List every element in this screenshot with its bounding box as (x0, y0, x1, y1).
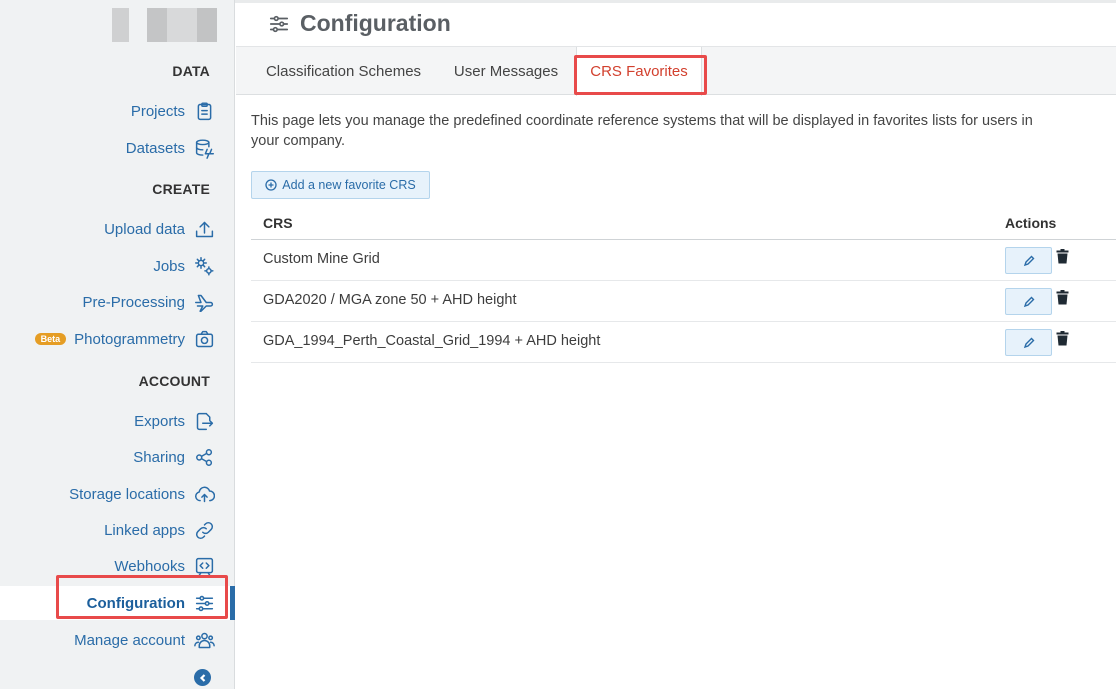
edit-button[interactable] (1005, 247, 1052, 274)
chevron-left-icon (199, 673, 205, 682)
delete-button[interactable] (1056, 249, 1070, 266)
table-row: Custom Mine Grid (251, 240, 1116, 281)
page-description: This page lets you manage the predefined… (251, 113, 1033, 149)
trash-icon (1056, 249, 1069, 264)
tab-classification-schemes[interactable]: Classification Schemes (256, 47, 431, 95)
column-header-crs: CRS (263, 215, 293, 231)
column-header-actions: Actions (1005, 215, 1057, 231)
sidebar-item-manage-account[interactable]: Manage account (0, 625, 235, 655)
sidebar-item-pre-processing[interactable]: Pre-Processing (0, 287, 235, 317)
plane-icon (193, 291, 215, 313)
tab-user-messages[interactable]: User Messages (441, 47, 571, 95)
sidebar-item-label: Pre-Processing (82, 293, 185, 311)
delete-button[interactable] (1056, 331, 1070, 348)
share-icon (193, 446, 215, 468)
tab-crs-favorites[interactable]: CRS Favorites (576, 47, 702, 96)
plus-circle-icon (265, 179, 277, 191)
sidebar-item-label: Projects (130, 102, 185, 120)
users-icon (193, 629, 215, 651)
sidebar: DATA Projects Datasets CREATE Upload dat… (0, 0, 235, 689)
collapse-sidebar-button[interactable] (194, 669, 211, 686)
sidebar-item-datasets[interactable]: Datasets (0, 133, 235, 163)
crs-table: CRS Actions Custom Mine Grid GDA2020 / M… (251, 205, 1116, 363)
pencil-icon (1023, 337, 1034, 348)
sliders-icon (193, 592, 215, 614)
table-row: GDA_1994_Perth_Coastal_Grid_1994 + AHD h… (251, 322, 1116, 363)
crs-name: GDA_1994_Perth_Coastal_Grid_1994 + AHD h… (263, 333, 601, 349)
file-export-icon (193, 410, 215, 432)
sidebar-item-sharing[interactable]: Sharing (0, 442, 235, 472)
sidebar-item-upload-data[interactable]: Upload data (0, 214, 235, 244)
company-logo (112, 8, 217, 42)
sidebar-item-label: Sharing (133, 448, 185, 466)
pencil-icon (1023, 296, 1034, 307)
sidebar-item-label: Configuration (86, 594, 185, 612)
edit-button[interactable] (1005, 288, 1052, 315)
active-indicator (230, 586, 235, 620)
tabs-bar: Classification Schemes User Messages CRS… (236, 46, 1116, 96)
sidebar-item-projects[interactable]: Projects (0, 96, 235, 126)
beta-badge: Beta (34, 333, 67, 345)
sidebar-item-photogrammetry[interactable]: Beta Photogrammetry (0, 324, 235, 354)
crs-name: GDA2020 / MGA zone 50 + AHD height (263, 292, 517, 308)
top-divider (235, 0, 1116, 3)
clipboard-icon (193, 100, 215, 122)
sidebar-item-jobs[interactable]: Jobs (0, 251, 235, 281)
link-icon (193, 519, 215, 541)
page-title-text: Configuration (300, 10, 451, 36)
section-title-account: ACCOUNT (138, 373, 210, 389)
upload-icon (193, 218, 215, 240)
sidebar-item-storage-locations[interactable]: Storage locations (0, 479, 235, 509)
trash-icon (1056, 290, 1069, 305)
sidebar-item-exports[interactable]: Exports (0, 406, 235, 436)
pencil-icon (1023, 255, 1034, 266)
sidebar-item-webhooks[interactable]: Webhooks (0, 551, 235, 581)
cloud-upload-icon (193, 483, 215, 505)
section-title-create: CREATE (152, 181, 210, 197)
table-row: GDA2020 / MGA zone 50 + AHD height (251, 281, 1116, 322)
sidebar-item-label: Webhooks (114, 557, 185, 575)
edit-button[interactable] (1005, 329, 1052, 356)
sidebar-item-label: Manage account (74, 631, 185, 649)
sidebar-item-label: Exports (134, 412, 185, 430)
camera-icon (193, 328, 215, 350)
database-icon (193, 137, 215, 159)
delete-button[interactable] (1056, 290, 1070, 307)
table-header: CRS Actions (251, 205, 1116, 240)
sliders-icon (269, 15, 289, 32)
gears-icon (193, 255, 215, 277)
sidebar-item-label: Jobs (153, 257, 185, 275)
sidebar-item-label: Upload data (104, 220, 185, 238)
sidebar-item-label: Linked apps (104, 521, 185, 539)
section-title-data: DATA (172, 63, 210, 79)
page-title: Configuration (268, 10, 451, 37)
crs-name: Custom Mine Grid (263, 251, 380, 267)
code-icon (193, 555, 215, 577)
sidebar-item-label: Photogrammetry (74, 330, 185, 348)
sidebar-item-label: Storage locations (69, 485, 185, 503)
sidebar-item-linked-apps[interactable]: Linked apps (0, 515, 235, 545)
sidebar-item-configuration[interactable]: Configuration (0, 586, 235, 620)
add-favorite-crs-button[interactable]: Add a new favorite CRS (251, 171, 430, 199)
add-favorite-crs-label: Add a new favorite CRS (282, 178, 416, 192)
trash-icon (1056, 331, 1069, 346)
sidebar-item-label: Datasets (125, 139, 185, 157)
